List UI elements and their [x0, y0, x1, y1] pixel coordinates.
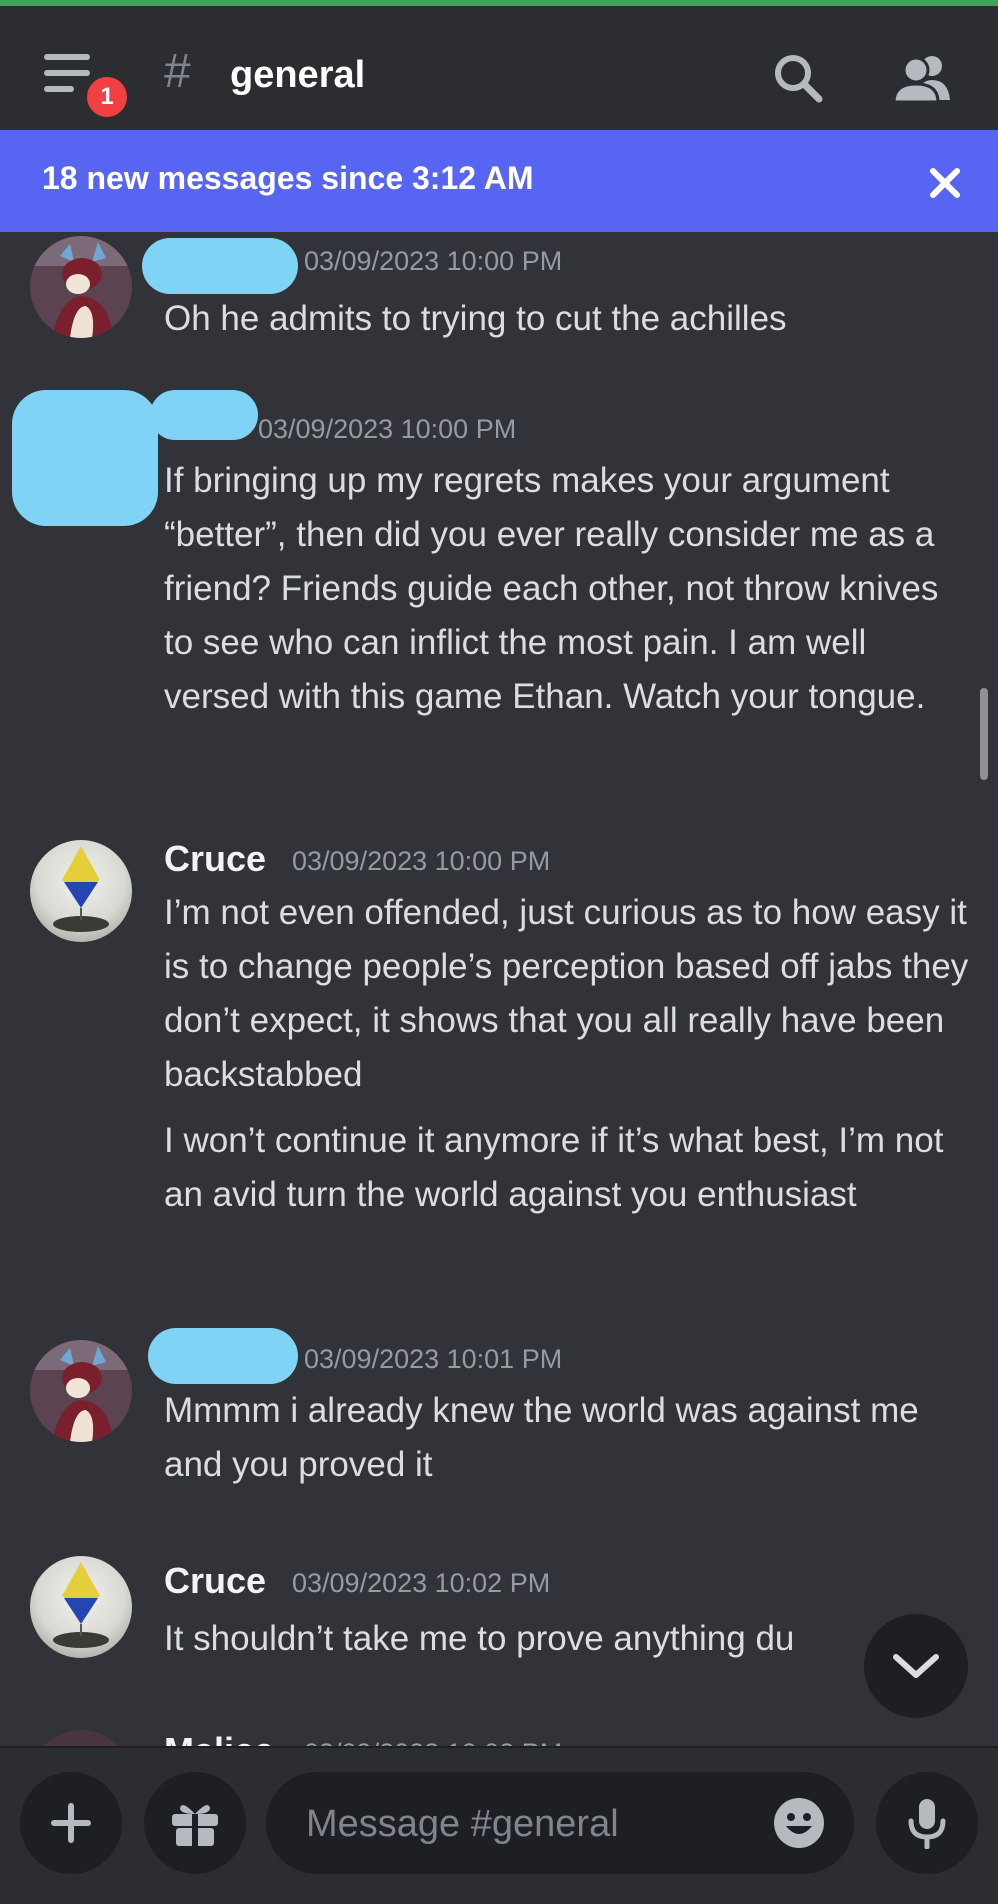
message-input[interactable]	[304, 1772, 758, 1876]
message-timestamp: 03/09/2023 10:00 PM	[304, 246, 563, 276]
message-text: Oh he admits to trying to cut the achill…	[164, 299, 787, 338]
chevron-down-icon	[893, 1654, 939, 1678]
message-timestamp: 03/09/2023 10:00 PM	[258, 414, 517, 444]
close-icon[interactable]	[928, 166, 962, 200]
message-timestamp: 03/09/2023 10:02 PM	[304, 1738, 562, 1746]
gift-button[interactable]	[144, 1772, 246, 1874]
emoji-icon[interactable]	[772, 1796, 826, 1850]
plus-icon	[51, 1803, 91, 1843]
message-text: It shouldn’t take me to prove anything d…	[164, 1619, 795, 1658]
notification-badge: 1	[82, 72, 132, 122]
message-author[interactable]: Cruce	[164, 1560, 266, 1602]
message-input-container[interactable]	[266, 1772, 854, 1876]
avatar[interactable]	[30, 236, 132, 338]
redacted-username	[142, 238, 298, 294]
microphone-icon	[908, 1799, 946, 1849]
voice-message-button[interactable]	[876, 1772, 978, 1874]
message-author[interactable]: Malice	[164, 1730, 274, 1746]
message-author[interactable]: Cruce	[164, 838, 266, 880]
message-timestamp: 03/09/2023 10:01 PM	[304, 1344, 563, 1374]
scrollbar[interactable]	[980, 688, 988, 780]
search-icon[interactable]	[772, 52, 824, 104]
channel-header: 1 # general	[0, 6, 998, 130]
avatar[interactable]	[30, 840, 132, 942]
message-text: Mmmm i already knew the world was agains…	[164, 1391, 919, 1484]
channel-hash-icon: #	[164, 45, 191, 98]
jump-to-bottom-button[interactable]	[864, 1614, 968, 1718]
avatar[interactable]	[30, 1556, 132, 1658]
avatar[interactable]	[30, 1730, 132, 1746]
redacted-username	[150, 390, 258, 440]
message-group[interactable]: Malice 03/09/2023 10:02 PM	[0, 1720, 998, 1746]
new-messages-text: 18 new messages since 3:12 AM	[42, 160, 534, 196]
channel-name[interactable]: general	[230, 54, 365, 97]
message-text: I won’t continue it anymore if it’s what…	[164, 1121, 944, 1214]
attach-button[interactable]	[20, 1772, 122, 1874]
avatar[interactable]	[30, 1340, 132, 1442]
members-icon[interactable]	[892, 52, 952, 104]
message-text: I’m not even offended, just curious as t…	[164, 893, 969, 1094]
new-messages-banner[interactable]: 18 new messages since 3:12 AM	[0, 130, 998, 232]
redacted-username	[148, 1328, 298, 1384]
redacted-avatar	[12, 390, 158, 526]
gift-icon	[172, 1805, 218, 1846]
message-text: If bringing up my regrets makes your arg…	[164, 461, 939, 716]
message-timestamp: 03/09/2023 10:02 PM	[292, 1568, 551, 1598]
message-timestamp: 03/09/2023 10:00 PM	[292, 846, 551, 876]
